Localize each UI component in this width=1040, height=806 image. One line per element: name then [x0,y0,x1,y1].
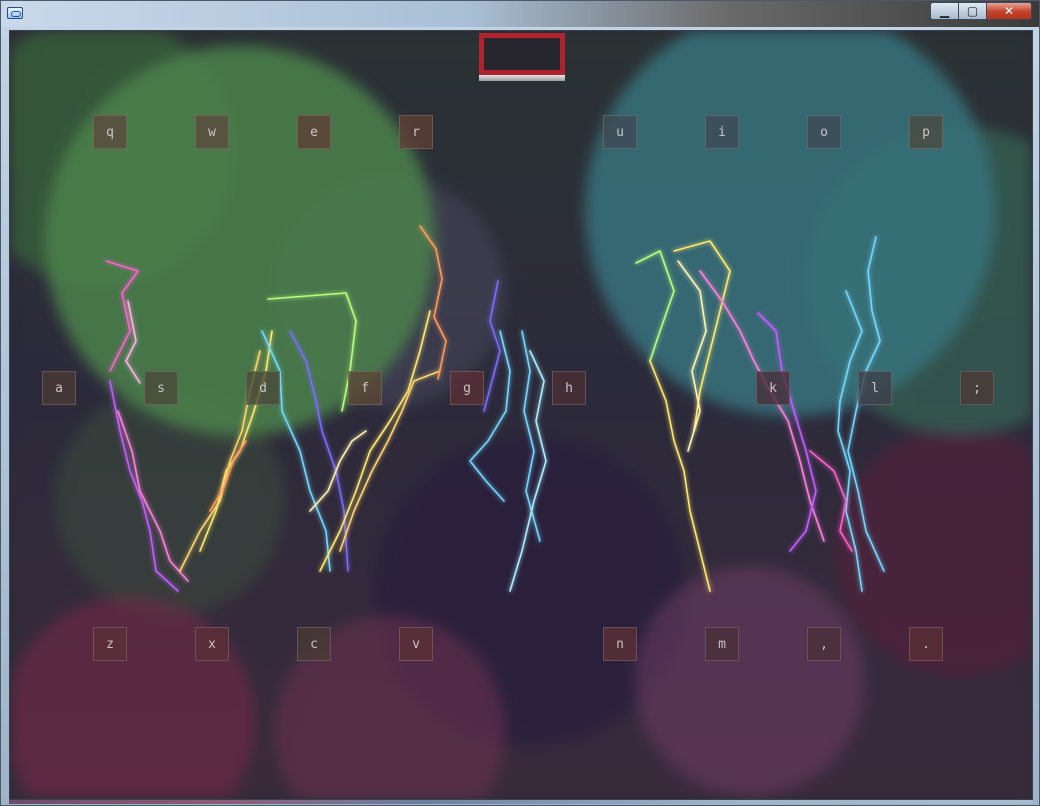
lightning-bolt [483,280,501,412]
key-g[interactable]: g [450,371,484,405]
key-d[interactable]: d [246,371,280,405]
lightning-bolt [521,330,541,542]
key-m[interactable]: m [705,627,739,661]
caption-buttons: ▁ ▢ ✕ [930,2,1032,20]
key-e[interactable]: e [297,115,331,149]
close-button[interactable]: ✕ [986,2,1032,20]
lightning-bolt [309,430,367,512]
lightning-bolt [105,260,139,372]
top-indicator [479,33,565,83]
key-r[interactable]: r [399,115,433,149]
taskbar-edge [9,800,1033,804]
key-n[interactable]: n [603,627,637,661]
indicator-frame [479,33,565,75]
key-k[interactable]: k [756,371,790,405]
lightning-bolt [289,330,349,572]
key-l[interactable]: l [858,371,892,405]
app-window: ▁ ▢ ✕ q w e r u i o p a s d f g h k l ; … [0,0,1040,806]
key-u[interactable]: u [603,115,637,149]
key-p[interactable]: p [909,115,943,149]
lightning-bolt [649,360,711,592]
key-semicolon[interactable]: ; [960,371,994,405]
indicator-bar [479,75,565,81]
key-z[interactable]: z [93,627,127,661]
key-q[interactable]: q [93,115,127,149]
app-window-icon[interactable] [7,7,23,19]
key-f[interactable]: f [348,371,382,405]
key-comma[interactable]: , [807,627,841,661]
lightning-bolt [125,300,141,384]
lightning-bolt [635,250,675,362]
lightning-layer [105,225,885,592]
lightning-bolt [673,240,731,432]
drawing-canvas[interactable]: q w e r u i o p a s d f g h k l; z x c v n m,. [9,30,1033,800]
key-period[interactable]: . [909,627,943,661]
key-x[interactable]: x [195,627,229,661]
key-i[interactable]: i [705,115,739,149]
lightning-bolt [109,380,179,592]
key-v[interactable]: v [399,627,433,661]
key-h[interactable]: h [552,371,586,405]
lightning-bolt [677,260,707,452]
lightning-bolt [469,330,511,502]
maximize-button[interactable]: ▢ [958,2,986,20]
minimize-button[interactable]: ▁ [930,2,958,20]
lightning-bolt [199,330,273,552]
key-c[interactable]: c [297,627,331,661]
key-s[interactable]: s [144,371,178,405]
lightning-bolt [319,310,431,572]
lightning-bolt [419,225,447,380]
lightning-bolt [809,450,853,552]
key-a[interactable]: a [42,371,76,405]
lightning-bolt [699,270,825,542]
title-bar[interactable]: ▁ ▢ ✕ [1,1,1039,27]
key-o[interactable]: o [807,115,841,149]
lightning-bolt [261,330,331,572]
key-w[interactable]: w [195,115,229,149]
lightning-bolt [757,312,817,552]
